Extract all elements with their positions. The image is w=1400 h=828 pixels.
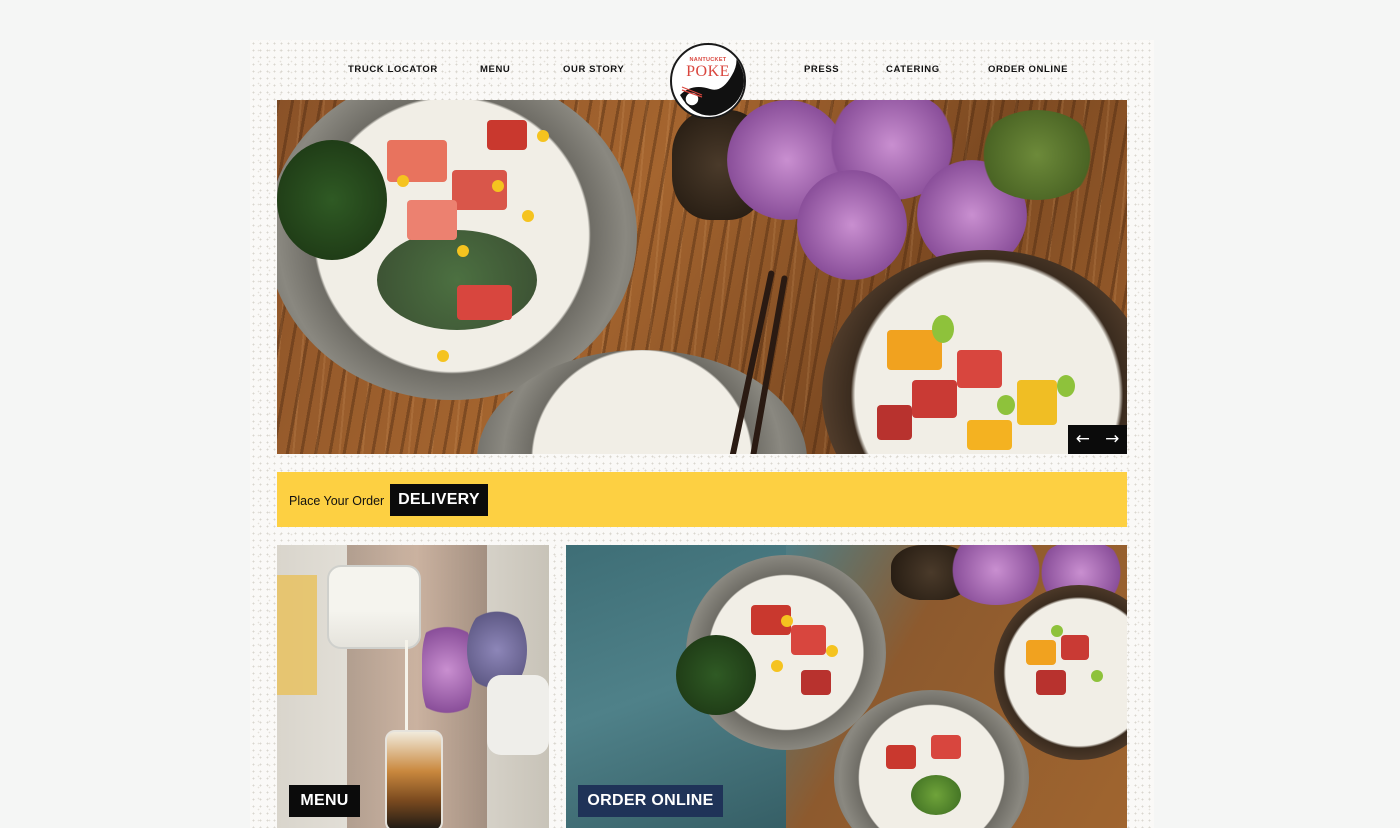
- corn-kernel: [826, 645, 838, 657]
- logo-island-icon: [680, 55, 744, 116]
- corn-kernel: [397, 175, 409, 187]
- arrow-left-icon[interactable]: ←: [1076, 431, 1090, 448]
- tuna-piece: [791, 625, 826, 655]
- background-decoration: [277, 575, 317, 695]
- order-online-button[interactable]: ORDER ONLINE: [578, 785, 723, 817]
- tuna-piece: [886, 745, 916, 769]
- edamame: [997, 395, 1015, 415]
- logo[interactable]: NANTUCKET POKE: [670, 43, 746, 119]
- edamame: [1091, 670, 1103, 682]
- milk-pitcher: [327, 565, 421, 649]
- hero-slider[interactable]: ← →: [277, 100, 1127, 454]
- tuna-piece: [407, 200, 457, 240]
- nav-catering[interactable]: CATERING: [886, 64, 940, 75]
- tuna-piece: [1036, 670, 1066, 695]
- corn-kernel: [771, 660, 783, 672]
- mango-piece: [1017, 380, 1057, 425]
- tuna-piece: [931, 735, 961, 759]
- milk-pour: [405, 640, 408, 735]
- leaves: [977, 110, 1097, 200]
- corn-kernel: [457, 245, 469, 257]
- order-label: Place Your Order: [289, 494, 385, 508]
- tuna-piece: [487, 120, 527, 150]
- corn-kernel: [492, 180, 504, 192]
- tuna-piece: [387, 140, 447, 182]
- tuna-piece: [957, 350, 1002, 388]
- nav-menu[interactable]: MENU: [480, 64, 510, 75]
- delivery-button[interactable]: DELIVERY: [390, 484, 488, 516]
- nav-our-story[interactable]: OUR STORY: [563, 64, 624, 75]
- corn-kernel: [437, 350, 449, 362]
- menu-button[interactable]: MENU: [289, 785, 360, 817]
- edamame: [1057, 375, 1075, 397]
- page-container: TRUCK LOCATOR MENU OUR STORY NANTUCKET P…: [250, 40, 1154, 828]
- tuna-piece: [1061, 635, 1089, 660]
- order-bar: Place Your Order DELIVERY: [277, 472, 1127, 527]
- flower: [946, 545, 1046, 605]
- flower: [422, 615, 472, 725]
- seaweed-decoration: [277, 140, 387, 260]
- tuna-piece: [877, 405, 912, 440]
- microgreens: [911, 775, 961, 815]
- nav-order-online[interactable]: ORDER ONLINE: [988, 64, 1068, 75]
- edamame: [1051, 625, 1063, 637]
- flower: [797, 170, 907, 280]
- boba-jar: [385, 730, 443, 828]
- tuna-piece: [801, 670, 831, 695]
- vase: [487, 675, 549, 755]
- tuna-piece: [912, 380, 957, 418]
- arrow-right-icon[interactable]: →: [1105, 431, 1119, 448]
- edamame: [932, 315, 954, 343]
- slider-controls: ← →: [1068, 425, 1127, 454]
- mango-piece: [967, 420, 1012, 450]
- corn-kernel: [522, 210, 534, 222]
- corn-kernel: [781, 615, 793, 627]
- tuna-piece: [457, 285, 512, 320]
- nav-truck-locator[interactable]: TRUCK LOCATOR: [348, 64, 438, 75]
- order-online-tile[interactable]: ORDER ONLINE: [566, 545, 1127, 828]
- mango-piece: [1026, 640, 1056, 665]
- menu-tile[interactable]: MENU: [277, 545, 549, 828]
- seaweed-decoration: [676, 635, 756, 715]
- nav-press[interactable]: PRESS: [804, 64, 839, 75]
- corn-kernel: [537, 130, 549, 142]
